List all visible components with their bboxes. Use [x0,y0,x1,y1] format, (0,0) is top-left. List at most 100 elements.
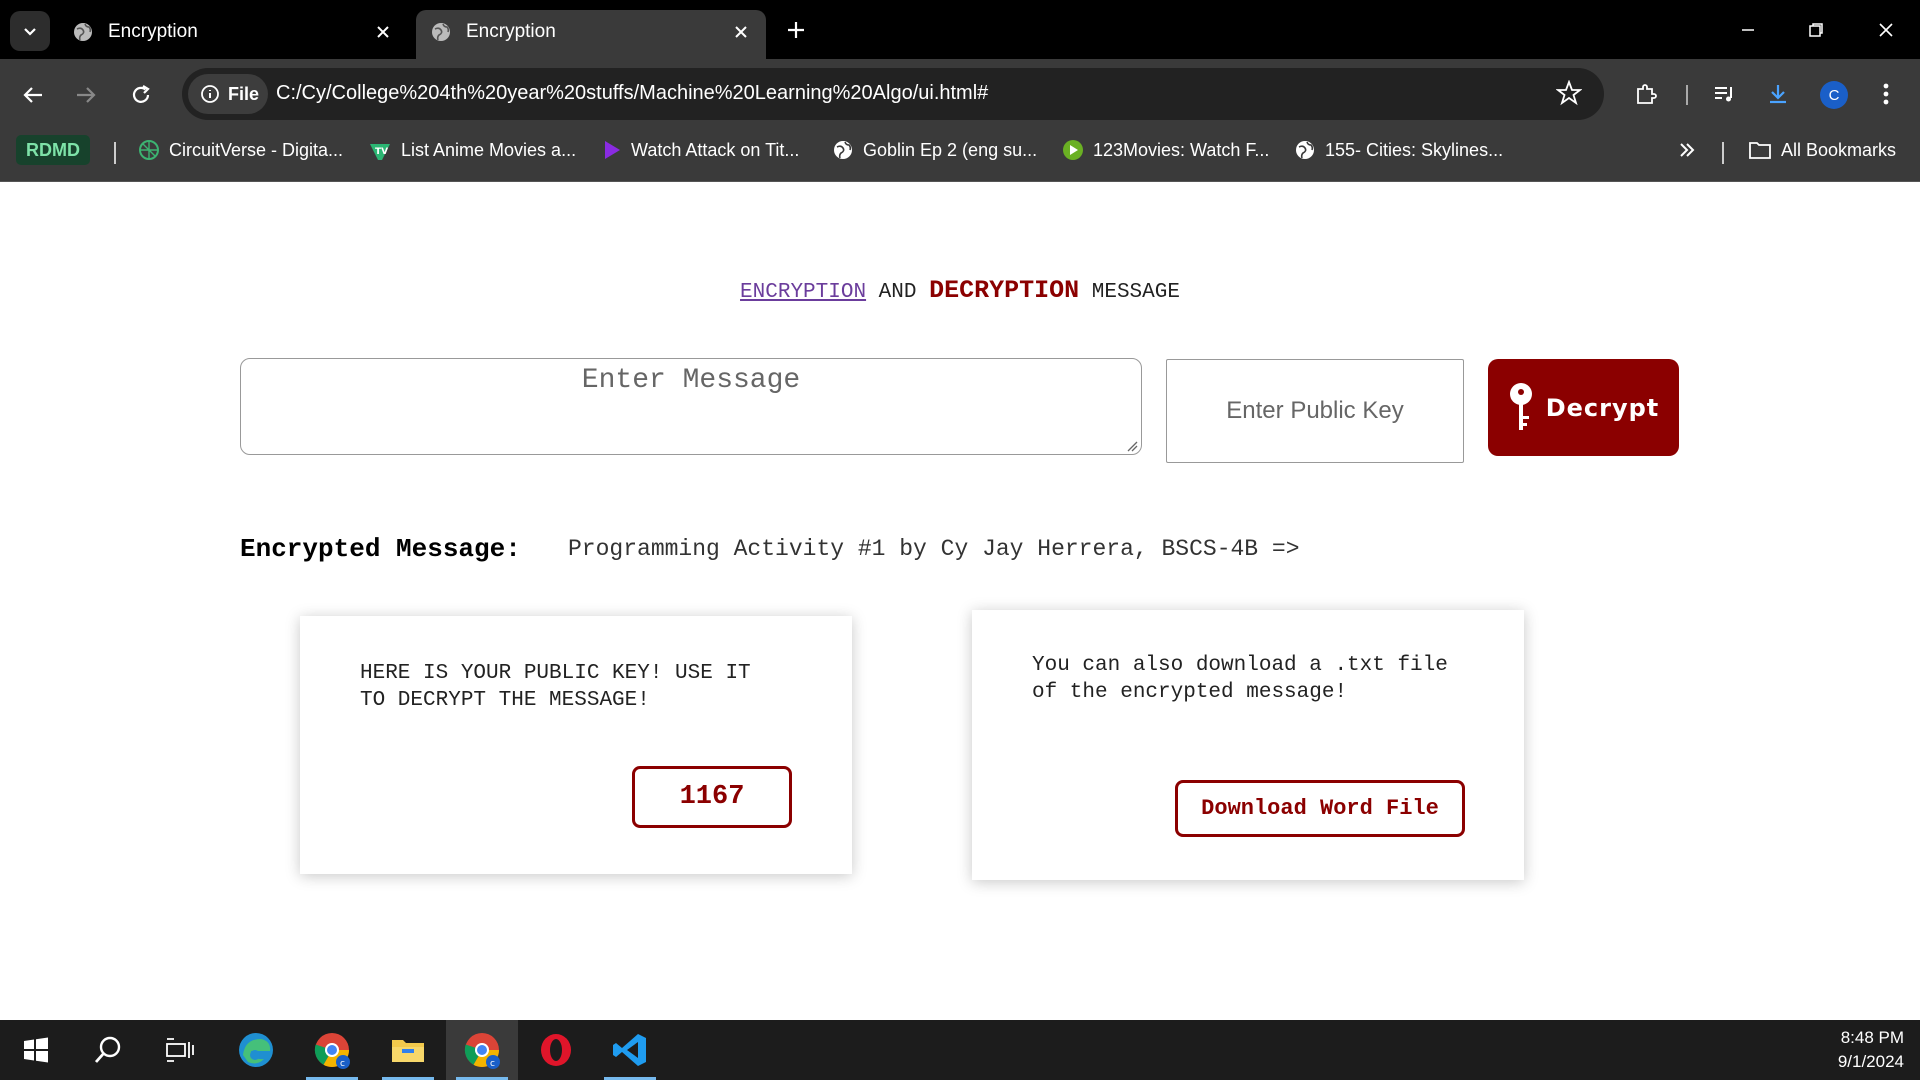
all-bookmarks-button[interactable]: All Bookmarks [1748,134,1896,166]
public-key-input[interactable] [1166,359,1464,463]
public-key-card: HERE IS YOUR PUBLIC KEY! USE IT TO DECRY… [300,616,852,874]
globe-icon [832,139,854,161]
tab-close-button[interactable] [728,19,754,45]
globe-icon [74,23,92,41]
bookmark-label: 123Movies: Watch F... [1093,139,1270,160]
start-icon [24,1037,48,1063]
encrypted-message-label: Encrypted Message: [240,534,521,564]
close-icon [735,26,747,38]
star-icon [1555,79,1583,106]
restore-icon [1809,23,1823,37]
start-button[interactable] [0,1020,72,1080]
bookmark-label: List Anime Movies a... [401,139,577,160]
forward-button[interactable] [68,77,104,113]
vscode-icon [613,1034,646,1066]
bookmark-goblin[interactable]: Goblin Ep 2 (eng su... [832,134,1037,166]
chrome-icon: c [464,1033,500,1069]
back-button[interactable] [15,77,51,113]
play-triangle-icon [602,139,622,161]
bookmarks-overflow-button[interactable] [1678,134,1705,166]
bookmark-attack-on-titan[interactable]: Watch Attack on Tit... [602,134,799,166]
tab-search-button[interactable] [10,11,50,51]
heading-message: MESSAGE [1091,281,1180,304]
tab-title: Encryption [108,21,198,42]
bookmark-separator [1722,142,1724,164]
download-icon [1770,85,1786,104]
plus-icon [788,22,804,38]
decrypt-button-label: Decrypt [1545,393,1660,422]
url-text[interactable]: C:/Cy/College%204th%20year%20stuffs/Mach… [276,82,988,105]
system-clock[interactable]: 8:48 PM 9/1/2024 [1838,1026,1904,1074]
globe-icon [432,23,450,41]
tab-encryption-1[interactable]: Encryption [58,10,408,59]
svg-text:c: c [490,1059,495,1069]
tv-icon: TV [368,139,392,161]
info-icon [201,85,219,103]
back-arrow-icon [23,87,42,103]
taskbar-chrome[interactable]: c [296,1020,368,1080]
restore-button[interactable] [1798,14,1834,46]
public-key-value: 1167 [632,766,792,828]
bookmark-separator [114,142,116,164]
encryption-link[interactable]: ENCRYPTION [740,281,866,304]
bookmark-123movies[interactable]: 123Movies: Watch F... [1062,134,1269,166]
taskbar-chrome-active[interactable]: c [446,1020,518,1080]
search-button[interactable] [72,1020,144,1080]
close-icon [1879,23,1893,37]
circuitverse-icon [138,139,160,161]
task-view-button[interactable] [144,1020,216,1080]
new-tab-button[interactable] [782,16,810,44]
close-icon [377,26,389,38]
taskbar-vscode[interactable] [594,1020,666,1080]
toolbar-separator [1686,85,1688,105]
message-input[interactable] [240,358,1142,455]
bookmark-star-button[interactable] [1555,79,1583,111]
task-view-icon [166,1038,194,1062]
media-control-button[interactable] [1706,76,1742,112]
opera-icon [541,1034,571,1066]
decrypt-button[interactable]: Decrypt [1488,359,1679,456]
taskbar-opera[interactable] [520,1020,592,1080]
close-window-button[interactable] [1868,14,1904,46]
minimize-button[interactable] [1730,14,1766,46]
globe-icon [1294,139,1316,161]
bookmark-cities-skylines[interactable]: 155- Cities: Skylines... [1294,134,1503,166]
download-card: You can also download a .txt file of the… [972,610,1524,880]
heading-decryption: DECRYPTION [929,276,1080,305]
site-info-button[interactable]: File [188,74,268,114]
resize-grip-icon[interactable] [1126,440,1138,452]
forward-arrow-icon [77,87,96,103]
address-bar[interactable]: File C:/Cy/College%204th%20year%20stuffs… [182,68,1604,120]
download-instructions: You can also download a .txt file of the… [1032,654,1448,704]
key-icon [1509,382,1532,430]
edge-icon [239,1033,273,1067]
clock-time: 8:48 PM [1840,1028,1904,1047]
windows-taskbar: c c 8:48 PM 9/1/2024 [0,1020,1920,1080]
chevron-down-icon [24,28,36,36]
bookmark-circuitverse[interactable]: CircuitVerse - Digita... [138,134,343,166]
page-content: ENCRYPTION AND DECRYPTION MESSAGE Decryp… [0,182,1920,1020]
extensions-button[interactable] [1628,76,1664,112]
file-explorer-icon [392,1040,424,1062]
bookmark-label: CircuitVerse - Digita... [169,139,344,160]
downloads-button[interactable] [1760,76,1796,112]
taskbar-file-explorer[interactable] [372,1020,444,1080]
minimize-icon [1742,29,1754,31]
page-title: ENCRYPTION AND DECRYPTION MESSAGE [0,276,1920,305]
tab-close-button[interactable] [370,19,396,45]
green-play-icon [1062,139,1084,161]
browser-toolbar: File C:/Cy/College%204th%20year%20stuffs… [0,59,1920,130]
profile-avatar[interactable]: C [1820,81,1848,109]
search-icon [94,1036,121,1063]
download-word-file-button[interactable]: Download Word File [1175,780,1465,837]
bookmark-label: Watch Attack on Tit... [631,139,800,160]
rdmd-badge[interactable]: RDMD [16,135,90,165]
all-bookmarks-label: All Bookmarks [1781,139,1897,160]
reload-button[interactable] [123,77,159,113]
chrome-icon: c [314,1033,350,1069]
browser-menu-button[interactable] [1868,76,1904,112]
taskbar-edge[interactable] [220,1020,292,1080]
more-vertical-icon [1883,83,1889,105]
tab-encryption-2[interactable]: Encryption [416,10,766,59]
bookmark-anime-list[interactable]: TV List Anime Movies a... [368,134,576,166]
